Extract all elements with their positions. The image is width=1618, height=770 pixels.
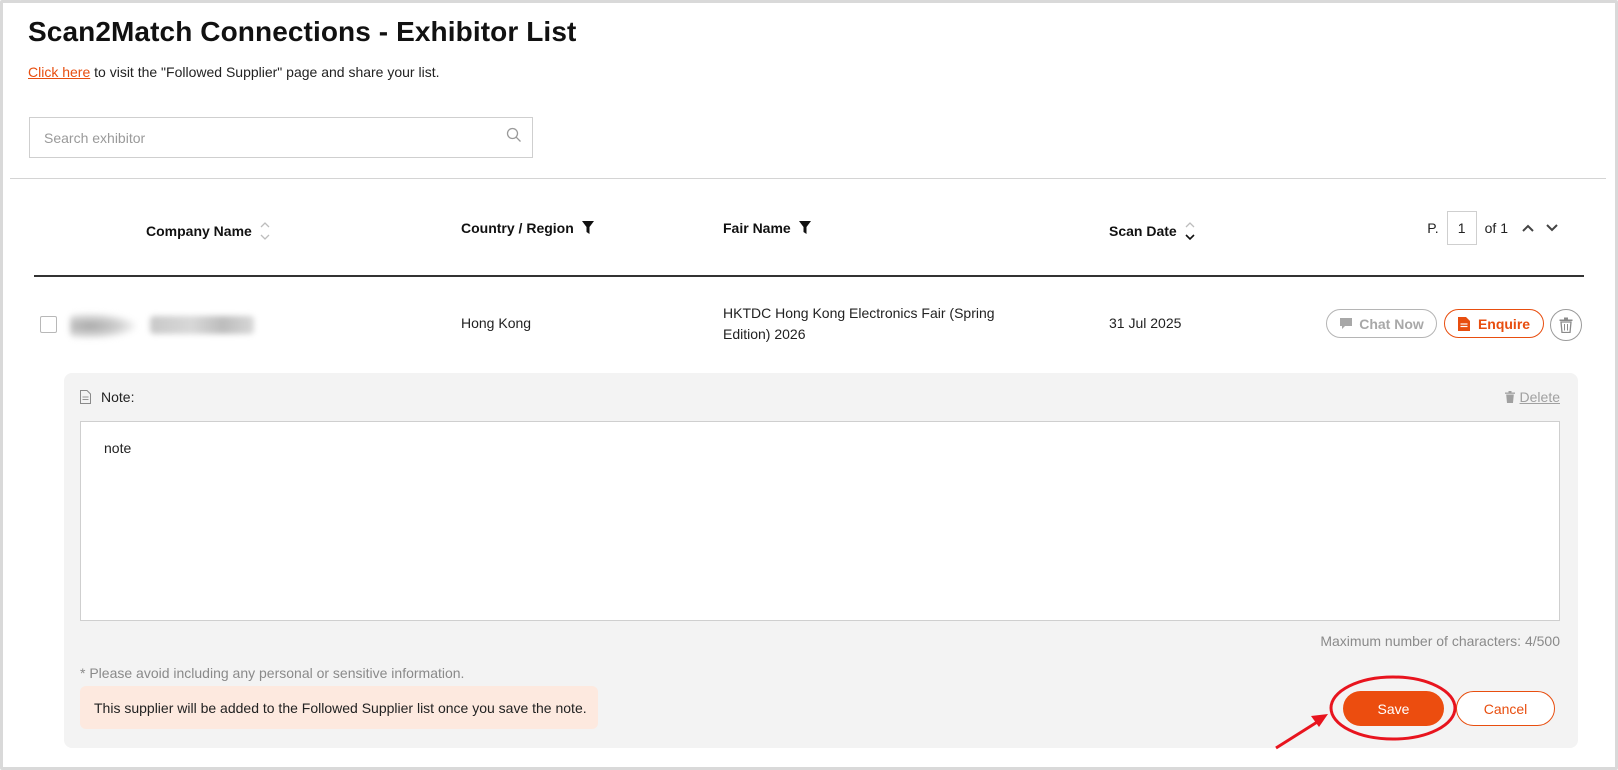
- note-delete-label: Delete: [1519, 389, 1560, 405]
- chevron-down-icon[interactable]: [1544, 220, 1560, 236]
- search-input[interactable]: [44, 118, 484, 157]
- pagination: P. 1 of 1: [1427, 211, 1560, 245]
- search-box: [29, 117, 533, 158]
- pager-prefix: P.: [1427, 220, 1439, 236]
- enquire-label: Enquire: [1477, 315, 1531, 332]
- save-button[interactable]: Save: [1343, 691, 1444, 726]
- chat-now-label: Chat Now: [1359, 315, 1424, 332]
- company-logo-blurred: [70, 313, 136, 339]
- character-count: Maximum number of characters: 4/500: [1320, 633, 1560, 649]
- row-scan-date: 31 Jul 2025: [1109, 315, 1182, 331]
- filter-icon[interactable]: [798, 221, 811, 235]
- table-header-divider: [34, 275, 1584, 277]
- chat-bubble-icon: [1340, 318, 1353, 329]
- privacy-disclaimer: * Please avoid including any personal or…: [80, 665, 465, 681]
- note-textarea[interactable]: note: [80, 421, 1560, 621]
- page-number-input[interactable]: 1: [1446, 211, 1477, 245]
- company-name-blurred[interactable]: [150, 316, 254, 334]
- row-fair-name-line-2: Edition) 2026: [723, 326, 806, 342]
- followed-supplier-banner: This supplier will be added to the Follo…: [80, 686, 598, 729]
- column-header-fair-label: Fair Name: [723, 220, 791, 236]
- chat-now-button[interactable]: Chat Now: [1326, 309, 1437, 338]
- search-icon[interactable]: [506, 127, 522, 143]
- trash-icon: [1559, 317, 1573, 333]
- chevron-up-icon[interactable]: [1520, 220, 1536, 236]
- column-header-country-label: Country / Region: [461, 220, 574, 236]
- filter-icon[interactable]: [581, 221, 594, 235]
- click-here-link[interactable]: Click here: [28, 64, 90, 80]
- document-icon: [1457, 316, 1470, 331]
- note-label: Note:: [101, 389, 135, 405]
- cancel-button[interactable]: Cancel: [1456, 691, 1555, 726]
- note-header: Note:: [80, 389, 134, 405]
- followed-supplier-hint: Click here to visit the "Followed Suppli…: [28, 64, 439, 80]
- section-divider: [10, 178, 1606, 179]
- note-delete-link[interactable]: Delete: [1504, 389, 1560, 405]
- row-fair-name: HKTDC Hong Kong Electronics Fair (Spring…: [723, 303, 995, 345]
- column-header-fair[interactable]: Fair Name: [723, 220, 811, 236]
- row-country: Hong Kong: [461, 315, 532, 331]
- delete-row-button[interactable]: [1550, 309, 1582, 341]
- page-title: Scan2Match Connections - Exhibitor List: [28, 16, 577, 47]
- followed-supplier-hint-text: to visit the "Followed Supplier" page an…: [90, 64, 440, 80]
- column-header-scan-date-label: Scan Date: [1109, 223, 1177, 239]
- column-header-country[interactable]: Country / Region: [461, 220, 594, 236]
- column-header-scan-date[interactable]: Scan Date: [1109, 220, 1195, 242]
- row-checkbox[interactable]: [40, 316, 57, 333]
- column-header-company-label: Company Name: [146, 223, 252, 239]
- note-document-icon: [80, 390, 91, 404]
- column-header-company[interactable]: Company Name: [146, 220, 270, 242]
- trash-icon: [1504, 391, 1515, 403]
- enquire-button[interactable]: Enquire: [1444, 309, 1544, 338]
- pager-total: of 1: [1484, 220, 1508, 236]
- sort-icon[interactable]: [260, 220, 270, 242]
- sort-icon[interactable]: [1185, 220, 1195, 242]
- row-fair-name-line-1: HKTDC Hong Kong Electronics Fair (Spring: [723, 305, 995, 321]
